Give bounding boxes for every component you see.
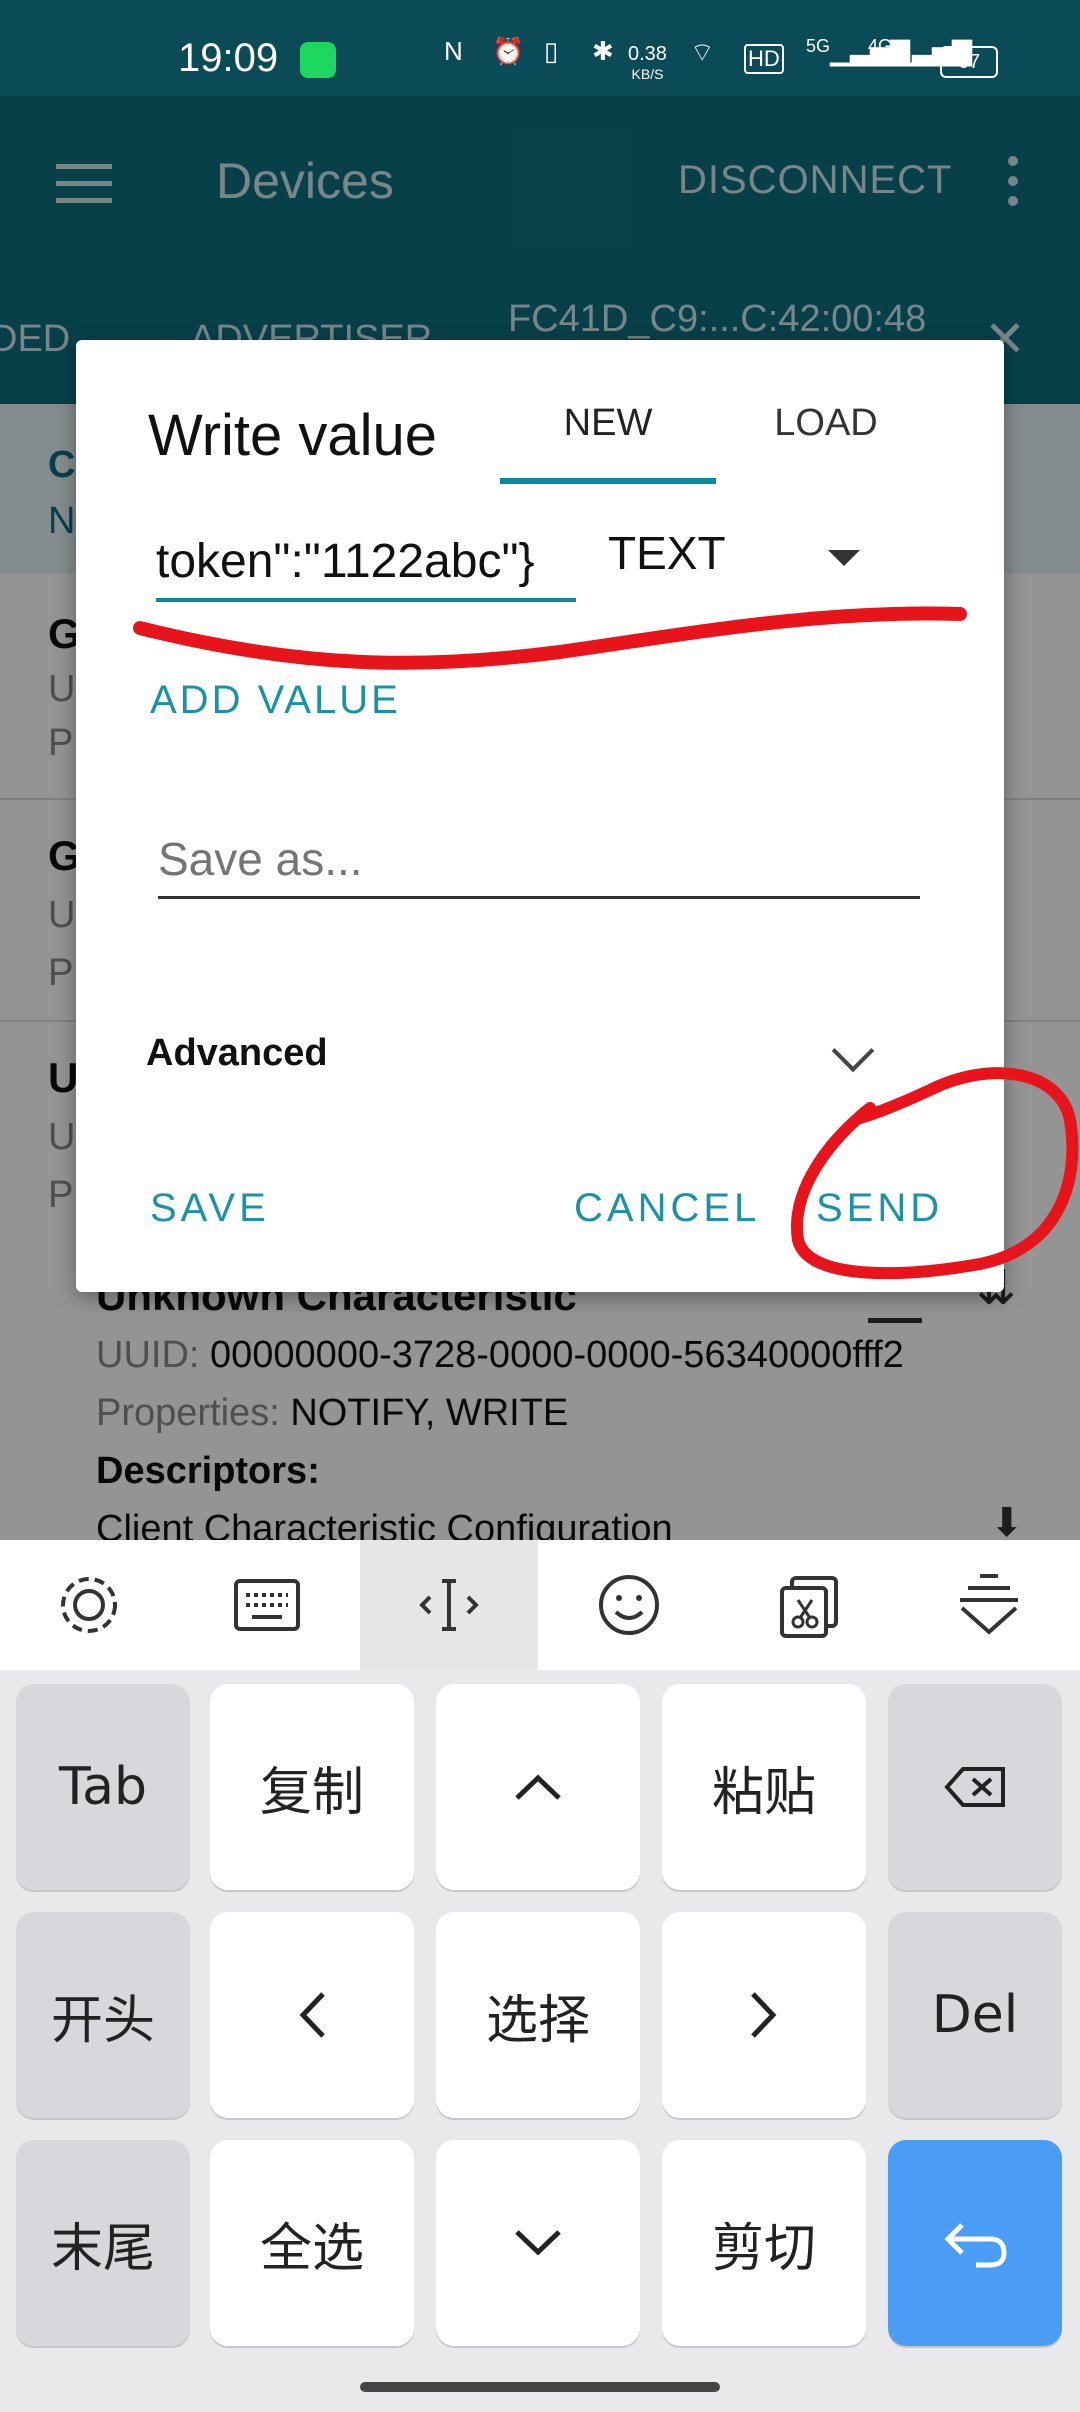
clipboard-icon[interactable] bbox=[720, 1540, 898, 1670]
enter-icon bbox=[944, 2223, 1007, 2268]
chevron-down-icon bbox=[515, 2230, 561, 2256]
chevron-up-icon bbox=[515, 1774, 561, 1800]
cursor-icon[interactable] bbox=[360, 1540, 538, 1670]
key-right[interactable] bbox=[662, 1912, 866, 2118]
key-copy[interactable]: 复制 bbox=[210, 1684, 414, 1890]
key-tab[interactable]: Tab bbox=[16, 1684, 190, 1890]
key-left[interactable] bbox=[210, 1912, 414, 2118]
red-underline-stroke bbox=[133, 606, 967, 670]
key-enter[interactable] bbox=[888, 2140, 1062, 2346]
chevron-right-icon bbox=[751, 1992, 777, 2038]
key-end[interactable]: 末尾 bbox=[16, 2140, 190, 2346]
keyboard-icon[interactable] bbox=[178, 1540, 356, 1670]
key-backspace[interactable] bbox=[888, 1684, 1062, 1890]
home-indicator[interactable] bbox=[360, 2382, 720, 2392]
emoji-icon[interactable] bbox=[540, 1540, 718, 1670]
key-cut[interactable]: 剪切 bbox=[662, 2140, 866, 2346]
chevron-left-icon bbox=[299, 1992, 325, 2038]
backspace-icon bbox=[944, 1767, 1005, 1807]
key-select-all[interactable]: 全选 bbox=[210, 2140, 414, 2346]
key-down[interactable] bbox=[436, 2140, 640, 2346]
red-annotations bbox=[133, 606, 1079, 1280]
key-select[interactable]: 选择 bbox=[436, 1912, 640, 2118]
settings-icon[interactable] bbox=[0, 1540, 178, 1670]
key-up[interactable] bbox=[436, 1684, 640, 1890]
key-del[interactable]: Del bbox=[888, 1912, 1062, 2118]
key-home[interactable]: 开头 bbox=[16, 1912, 190, 2118]
collapse-keyboard-icon[interactable] bbox=[900, 1540, 1078, 1670]
key-paste[interactable]: 粘贴 bbox=[662, 1684, 866, 1890]
red-circle-stroke bbox=[790, 1067, 1079, 1280]
